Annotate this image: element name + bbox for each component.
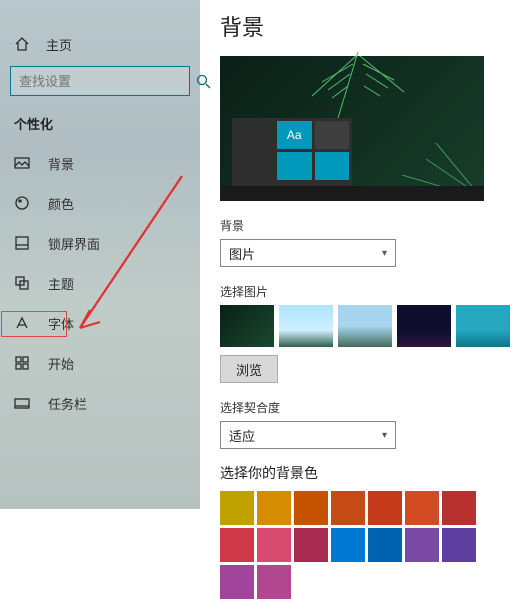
sidebar-item-label: 字体: [48, 314, 74, 333]
choose-picture-label: 选择图片: [220, 283, 510, 300]
color-swatch[interactable]: [442, 491, 476, 525]
lockscreen-icon: [14, 235, 30, 251]
color-swatch[interactable]: [442, 528, 476, 562]
browse-button[interactable]: 浏览: [220, 355, 278, 383]
color-swatch[interactable]: [294, 491, 328, 525]
sidebar-item-label: 锁屏界面: [48, 234, 100, 253]
sidebar-item-label: 开始: [48, 354, 74, 373]
main-panel: 背景 Aa 背景 图片 ▾: [220, 10, 510, 599]
chevron-down-icon: ▾: [382, 430, 387, 441]
color-swatch[interactable]: [257, 491, 291, 525]
sidebar-category-title: 个性化: [0, 108, 200, 143]
color-swatch[interactable]: [331, 528, 365, 562]
fit-select[interactable]: 适应 ▾: [220, 421, 396, 449]
picture-thumbnails: [220, 305, 510, 347]
image-icon: [14, 155, 30, 171]
background-dropdown-label: 背景: [220, 217, 510, 234]
accent-color-label: 选择你的背景色: [220, 463, 510, 483]
search-settings-input[interactable]: [10, 66, 190, 96]
sidebar-item-taskbar[interactable]: 任务栏: [0, 383, 200, 423]
start-icon: [14, 355, 30, 371]
color-swatch[interactable]: [257, 528, 291, 562]
themes-icon: [14, 275, 30, 291]
search-icon: [195, 73, 211, 89]
color-swatch[interactable]: [368, 528, 402, 562]
sidebar-item-label: 颜色: [48, 194, 74, 213]
sidebar-item-label: 任务栏: [48, 394, 87, 413]
background-type-select[interactable]: 图片 ▾: [220, 239, 396, 267]
sidebar-item-themes[interactable]: 主题: [0, 263, 200, 303]
preview-fern-icon: [298, 52, 428, 120]
picture-thumb[interactable]: [397, 305, 451, 347]
font-icon: [14, 315, 30, 331]
palette-icon: [14, 195, 30, 211]
color-swatch[interactable]: [405, 491, 439, 525]
sidebar-home[interactable]: 主页: [0, 26, 200, 62]
preview-tile-aa: Aa: [277, 121, 312, 149]
color-swatch[interactable]: [220, 491, 254, 525]
browse-button-label: 浏览: [236, 360, 262, 379]
preview-taskbar: [220, 186, 484, 201]
preview-start-menu: Aa: [232, 118, 352, 186]
taskbar-icon: [14, 395, 30, 411]
page-title: 背景: [220, 10, 510, 42]
chevron-down-icon: ▾: [382, 248, 387, 259]
picture-thumb[interactable]: [220, 305, 274, 347]
color-swatch[interactable]: [220, 565, 254, 599]
home-icon: [14, 36, 30, 52]
sidebar-item-lockscreen[interactable]: 锁屏界面: [0, 223, 200, 263]
sidebar-item-fonts[interactable]: 字体: [0, 303, 200, 343]
sidebar-item-background[interactable]: 背景: [0, 143, 200, 183]
fit-label: 选择契合度: [220, 399, 510, 416]
sidebar-item-label: 主题: [48, 274, 74, 293]
picture-thumb[interactable]: [338, 305, 392, 347]
color-swatch[interactable]: [368, 491, 402, 525]
color-swatch[interactable]: [405, 528, 439, 562]
settings-sidebar: 主页 个性化 背景 颜色 锁屏界面 主题 字体: [0, 0, 200, 509]
select-value: 适应: [229, 426, 255, 445]
search-field[interactable]: [19, 74, 195, 89]
select-value: 图片: [229, 244, 255, 263]
color-swatch[interactable]: [294, 528, 328, 562]
sidebar-item-colors[interactable]: 颜色: [0, 183, 200, 223]
color-swatch[interactable]: [220, 528, 254, 562]
color-swatch[interactable]: [257, 565, 291, 599]
color-swatch[interactable]: [331, 491, 365, 525]
sidebar-home-label: 主页: [46, 35, 72, 54]
desktop-preview: Aa: [220, 56, 484, 201]
sidebar-item-label: 背景: [48, 154, 74, 173]
picture-thumb[interactable]: [279, 305, 333, 347]
color-swatches: [220, 491, 512, 599]
sidebar-item-start[interactable]: 开始: [0, 343, 200, 383]
picture-thumb[interactable]: [456, 305, 510, 347]
